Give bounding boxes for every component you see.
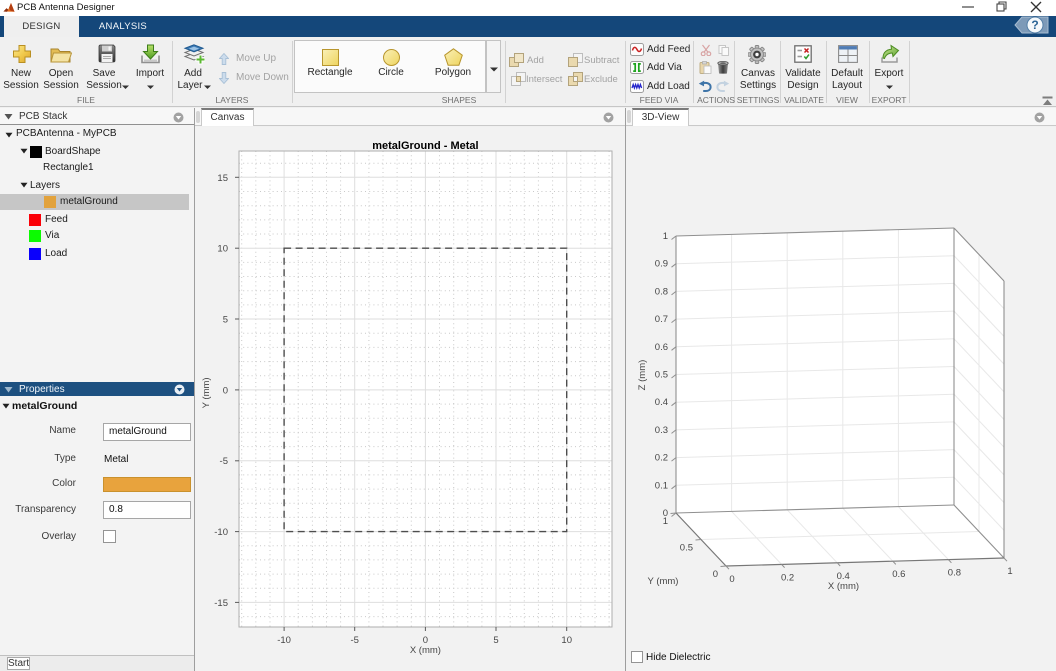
svg-text:5: 5 [223,315,228,326]
svg-text:X (mm): X (mm) [410,645,441,656]
svg-text:0.4: 0.4 [655,397,668,408]
svg-text:10: 10 [217,244,228,255]
svg-text:0: 0 [223,385,228,396]
svg-text:0.7: 0.7 [655,314,668,325]
svg-text:0.3: 0.3 [655,425,668,436]
svg-text:0.8: 0.8 [948,568,961,579]
svg-text:0.5: 0.5 [655,370,668,381]
svg-text:-10: -10 [214,527,228,538]
svg-text:0.6: 0.6 [892,569,905,580]
svg-text:Z (mm): Z (mm) [637,360,648,391]
svg-text:1: 1 [1007,566,1012,577]
svg-text:-5: -5 [220,456,228,467]
svg-text:0.2: 0.2 [781,572,794,583]
svg-text:1: 1 [663,516,668,527]
svg-text:Y (mm): Y (mm) [201,377,212,408]
svg-text:0: 0 [713,569,718,580]
svg-text:0.5: 0.5 [680,543,693,554]
svg-text:?: ? [1031,18,1038,32]
svg-text:X (mm): X (mm) [828,581,859,592]
svg-text:0.6: 0.6 [655,342,668,353]
svg-text:-15: -15 [214,598,228,609]
svg-text:0.1: 0.1 [655,480,668,491]
svg-text:Y (mm): Y (mm) [648,576,679,587]
svg-text:0.9: 0.9 [655,259,668,270]
svg-text:1: 1 [663,231,668,242]
svg-text:0.2: 0.2 [655,453,668,464]
svg-text:0.8: 0.8 [655,286,668,297]
svg-text:10: 10 [561,635,572,646]
svg-text:5: 5 [493,635,498,646]
svg-text:0: 0 [729,574,734,585]
svg-text:-10: -10 [277,635,291,646]
svg-text:metalGround - Metal: metalGround - Metal [372,140,478,152]
svg-text:15: 15 [217,173,228,184]
svg-text:-5: -5 [350,635,358,646]
